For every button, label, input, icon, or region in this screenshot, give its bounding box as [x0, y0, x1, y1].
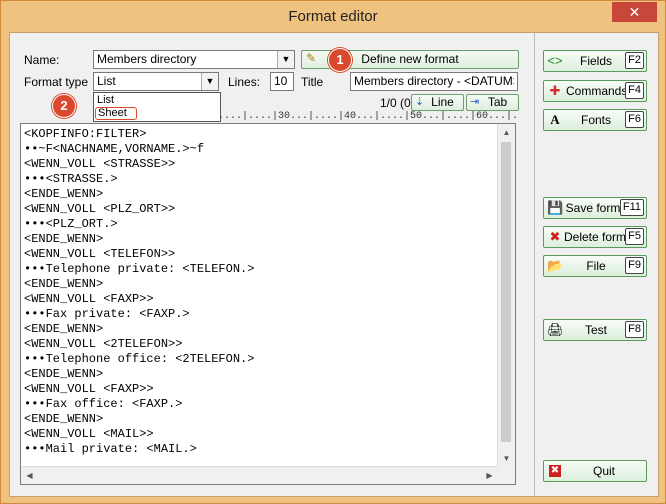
code-line[interactable]: <WENN_VOLL <2TELEFON>>	[24, 337, 496, 352]
scrollbar-corner	[498, 467, 515, 484]
code-line[interactable]: •••<STRASSE.>	[24, 172, 496, 187]
code-line[interactable]: <ENDE_WENN>	[24, 367, 496, 382]
code-line[interactable]: <WENN_VOLL <MAIL>>	[24, 427, 496, 442]
window-title: Format editor	[288, 8, 378, 25]
commands-label: Commands	[566, 84, 628, 98]
fonts-button[interactable]: A Fonts F6	[543, 109, 647, 131]
tab-button[interactable]: ⇥ Tab	[466, 94, 519, 111]
name-label: Name:	[24, 53, 60, 67]
format-type-combobox[interactable]: List ▼	[93, 72, 219, 91]
lines-label: Lines:	[228, 75, 261, 89]
delete-format-shortcut: F5	[625, 228, 644, 245]
folder-icon: 📂	[547, 258, 564, 273]
scroll-left-icon[interactable]: ◀	[21, 467, 38, 484]
title-bar: Format editor ✕	[1, 1, 665, 32]
format-text-editor[interactable]: <KOPFINFO:FILTER> ••~F<NACHNAME,VORNAME.>…	[20, 123, 516, 485]
file-button[interactable]: 📂 File F9	[543, 255, 647, 277]
fields-icon: <>	[547, 53, 563, 68]
editor-panel: Name: Members directory ▼ ✎ Define new f…	[10, 33, 532, 496]
code-line[interactable]: <ENDE_WENN>	[24, 232, 496, 247]
scroll-down-icon[interactable]: ▼	[498, 450, 515, 467]
code-line[interactable]: •••Fax office: <FAXP.>	[24, 397, 496, 412]
command-sidebar: <> Fields F2 ✚ Commands F4 A Fonts F6 💾 …	[534, 33, 659, 496]
close-button[interactable]: ✕	[612, 2, 657, 22]
test-label: Test	[584, 323, 607, 337]
dropdown-option-sheet[interactable]: Sheet	[95, 107, 137, 120]
save-format-button[interactable]: 💾 Save format F11	[543, 197, 647, 219]
code-line[interactable]: <ENDE_WENN>	[24, 277, 496, 292]
fonts-shortcut: F6	[625, 111, 644, 128]
line-button-label: Line	[431, 95, 454, 109]
line-button[interactable]: ⇣ Line	[411, 94, 464, 111]
format-type-dropdown[interactable]: List Sheet	[93, 92, 221, 122]
chevron-down-icon[interactable]: ▼	[201, 73, 218, 90]
fonts-label: Fonts	[580, 113, 611, 127]
delete-format-label: Delete format	[564, 230, 632, 244]
code-line[interactable]: <WENN_VOLL <STRASSE>>	[24, 157, 496, 172]
file-shortcut: F9	[625, 257, 644, 274]
quit-button[interactable]: ✖ Quit	[543, 460, 647, 482]
save-format-shortcut: F11	[619, 199, 644, 216]
commands-shortcut: F4	[625, 82, 644, 99]
code-line[interactable]: <WENN_VOLL <PLZ_ORT>>	[24, 202, 496, 217]
code-line[interactable]: <KOPFINFO:FILTER>	[24, 127, 496, 142]
name-combobox[interactable]: Members directory ▼	[93, 50, 295, 69]
quit-label: Quit	[592, 464, 615, 478]
fields-shortcut: F2	[625, 52, 644, 69]
code-line[interactable]: ••~F<NACHNAME,VORNAME.>~f	[24, 142, 496, 157]
code-line[interactable]: <WENN_VOLL <TELEFON>>	[24, 247, 496, 262]
code-line[interactable]: •••Telephone private: <TELEFON.>	[24, 262, 496, 277]
test-shortcut: F8	[625, 321, 644, 338]
fonts-icon: A	[550, 112, 560, 127]
code-line[interactable]: <WENN_VOLL <FAXP>>	[24, 292, 496, 307]
lines-input[interactable]: 10	[270, 72, 294, 91]
format-type-value: List	[97, 74, 116, 88]
code-line[interactable]: •••Fax private: <FAXP.>	[24, 307, 496, 322]
dropdown-option-list[interactable]: List	[95, 94, 221, 107]
file-label: File	[586, 259, 606, 273]
quit-icon: ✖	[549, 465, 561, 477]
tab-button-label: Tab	[487, 95, 508, 109]
test-button[interactable]: 🖨 Test F8	[543, 319, 647, 341]
format-type-label: Format type	[24, 75, 89, 89]
delete-format-button[interactable]: ✖ Delete format F5	[543, 226, 647, 248]
code-line[interactable]: <ENDE_WENN>	[24, 412, 496, 427]
printer-icon: 🖨	[547, 322, 564, 337]
scroll-up-icon[interactable]: ▲	[498, 124, 515, 141]
commands-icon: ✚	[549, 83, 561, 98]
title-input[interactable]: Members directory - <DATUM>	[350, 72, 518, 91]
code-line[interactable]: <ENDE_WENN>	[24, 322, 496, 337]
code-line[interactable]: •••<PLZ_ORT.>	[24, 217, 496, 232]
format-editor-window: Format editor ✕ Name: Members directory …	[0, 0, 666, 504]
client-area: Name: Members directory ▼ ✎ Define new f…	[9, 32, 659, 497]
code-line[interactable]: <ENDE_WENN>	[24, 187, 496, 202]
fields-button[interactable]: <> Fields F2	[543, 50, 647, 72]
delete-icon: ✖	[549, 229, 561, 244]
code-line[interactable]: <WENN_VOLL <FAXP>>	[24, 382, 496, 397]
commands-button[interactable]: ✚ Commands F4	[543, 80, 647, 102]
scroll-thumb[interactable]	[501, 142, 511, 442]
code-lines[interactable]: <KOPFINFO:FILTER> ••~F<NACHNAME,VORNAME.>…	[24, 127, 496, 457]
lines-value: 10	[274, 74, 288, 88]
save-icon: 💾	[547, 200, 564, 215]
callout-badge-2: 2	[52, 94, 76, 118]
chevron-down-icon[interactable]: ▼	[277, 51, 294, 68]
title-label: Title	[301, 75, 324, 89]
horizontal-scrollbar[interactable]: ◀ ▶	[21, 466, 498, 484]
column-ruler: |....|....|30...|....|40...|....|50...|.…	[212, 111, 520, 122]
fields-label: Fields	[579, 54, 612, 68]
vertical-scrollbar[interactable]: ▲ ▼	[497, 124, 515, 467]
name-value: Members directory	[97, 52, 197, 66]
scroll-right-icon[interactable]: ▶	[481, 467, 498, 484]
callout-badge-1: 1	[328, 48, 352, 72]
code-line[interactable]: •••Mail private: <MAIL.>	[24, 442, 496, 457]
title-value: Members directory - <DATUM>	[354, 74, 514, 88]
cursor-position: 1/0 (0)	[380, 96, 415, 110]
code-line[interactable]: •••Telephone office: <2TELEFON.>	[24, 352, 496, 367]
